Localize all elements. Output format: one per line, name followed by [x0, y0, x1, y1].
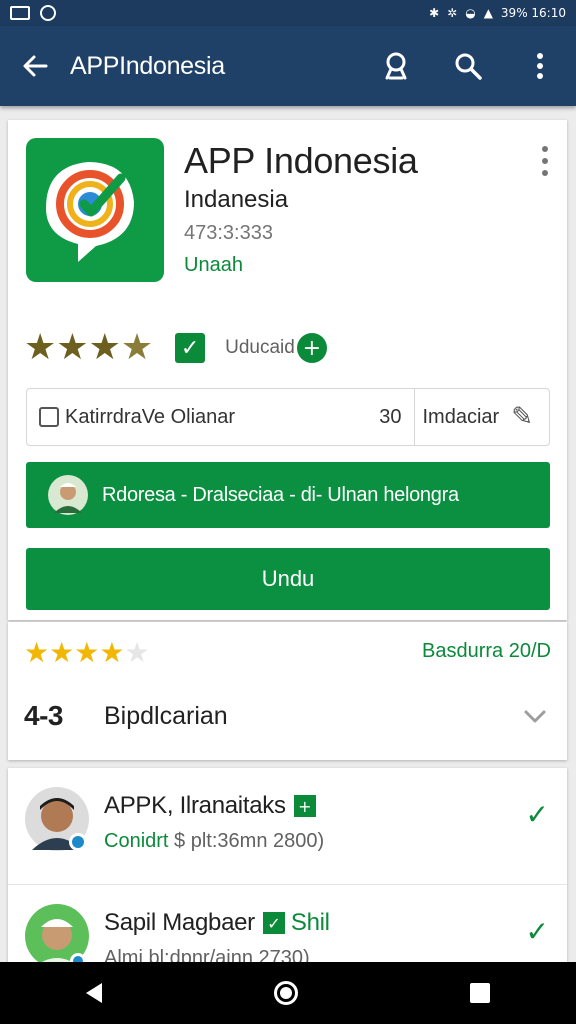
rating-stars: ★ ★ ★ ★ ★ [24, 638, 150, 668]
reviews-card: APPK, Ilranaitaks + Conidrt $ plt:36mn 2… [8, 768, 567, 969]
ratings-card: ★ ★ ★ ★ ★ Basdurra 20/D 4-3 Bipdlcarian [8, 622, 567, 760]
avatar [25, 787, 89, 851]
divider [413, 389, 415, 445]
app-details-card: APP Indonesia Indanesia 473:3:333 Unaah … [8, 120, 567, 620]
review-meta: Conidrt $ plt:36mn 2800) [104, 830, 324, 853]
vibrate-icon: ✲ [447, 6, 458, 20]
signal-icon: ▲ [483, 6, 493, 20]
nav-back-icon[interactable] [86, 983, 102, 1003]
plus-box-icon: + [293, 795, 316, 817]
gallery-icon [10, 6, 30, 20]
star-empty-icon: ★ [124, 636, 150, 669]
app-name: APP Indonesia [184, 140, 418, 181]
checkbox[interactable] [39, 407, 59, 427]
edit-icon[interactable]: ✎ [511, 402, 533, 432]
info-label: KatirrdraVe Olianar [65, 405, 236, 428]
nav-home-icon[interactable] [274, 981, 298, 1005]
reviews-label[interactable]: Bipdlcarian [104, 702, 228, 731]
more-vert-icon[interactable] [504, 26, 576, 106]
back-arrow-icon[interactable] [0, 26, 70, 106]
card-more-icon[interactable] [539, 146, 551, 176]
check-icon: ✓ [525, 798, 549, 831]
info-label-secondary: Imdaciar [422, 405, 500, 428]
star-icon: ★ [99, 636, 125, 669]
review-item[interactable]: APPK, Ilranaitaks + Conidrt $ plt:36mn 2… [8, 768, 567, 882]
account-icon[interactable] [360, 26, 432, 106]
avatar [48, 475, 88, 515]
system-nav-bar [0, 962, 576, 1024]
promo-button[interactable]: Rdoresa - Dralseciaa - di- Ulnan helongr… [26, 462, 550, 528]
reviewer-name: APPK, Ilranaitaks + [104, 792, 316, 820]
check-icon: ✓ [525, 915, 549, 948]
plus-circle-icon[interactable]: + [296, 333, 327, 363]
app-count: 473:3:333 [184, 222, 273, 244]
developer-name[interactable]: Indanesia [184, 186, 288, 214]
reviewer-name-text: Sapil Magbaer [104, 909, 255, 936]
info-number: 30 [379, 405, 402, 428]
search-icon[interactable] [432, 26, 504, 106]
rating-date: Basdurra 20/D [422, 640, 551, 662]
review-count: 4-3 [24, 700, 63, 731]
star-half-icon: ★ [120, 327, 154, 368]
star-icon: ★ [24, 327, 57, 368]
wifi-icon: ◒ [465, 6, 476, 20]
app-bar-title: APPIndonesia [70, 51, 225, 80]
check-icon: ✓ [175, 333, 206, 363]
reviewer-tag: Shil [290, 909, 330, 936]
app-status: Unaah [184, 254, 243, 276]
star-icon: ★ [49, 636, 75, 669]
app-logo-icon [26, 138, 164, 282]
install-button[interactable]: Undu [26, 548, 550, 610]
reviewer-name: Sapil Magbaer ✓ Shil [104, 909, 330, 937]
info-box: KatirrdraVe Olianar 30 Imdaciar ✎ [26, 388, 550, 446]
star-icon: ★ [56, 327, 89, 368]
status-text: 39% 16:10 [500, 6, 566, 20]
reviewer-name-text: APPK, Ilranaitaks [104, 792, 286, 819]
chevron-down-icon[interactable] [517, 698, 553, 734]
star-icon: ★ [88, 327, 121, 368]
shield-icon [40, 5, 56, 21]
review-meta-highlight: Conidrt [104, 830, 169, 852]
bluetooth-icon: ✱ [429, 6, 440, 20]
app-rating-row: ★ ★ ★ ★ ✓ Uducaid + [24, 330, 327, 366]
review-meta-text: $ plt:36mn 2800) [174, 830, 325, 852]
check-box-icon: ✓ [262, 912, 285, 934]
verified-label: Uducaid [225, 337, 295, 358]
app-bar: APPIndonesia [0, 26, 576, 106]
promo-text: Rdoresa - Dralseciaa - di- Ulnan helongr… [102, 483, 459, 506]
status-bar: ✱ ✲ ◒ ▲ 39% 16:10 [0, 0, 576, 26]
nav-recents-icon[interactable] [470, 983, 490, 1003]
star-icon: ★ [74, 636, 100, 669]
star-icon: ★ [24, 636, 50, 669]
